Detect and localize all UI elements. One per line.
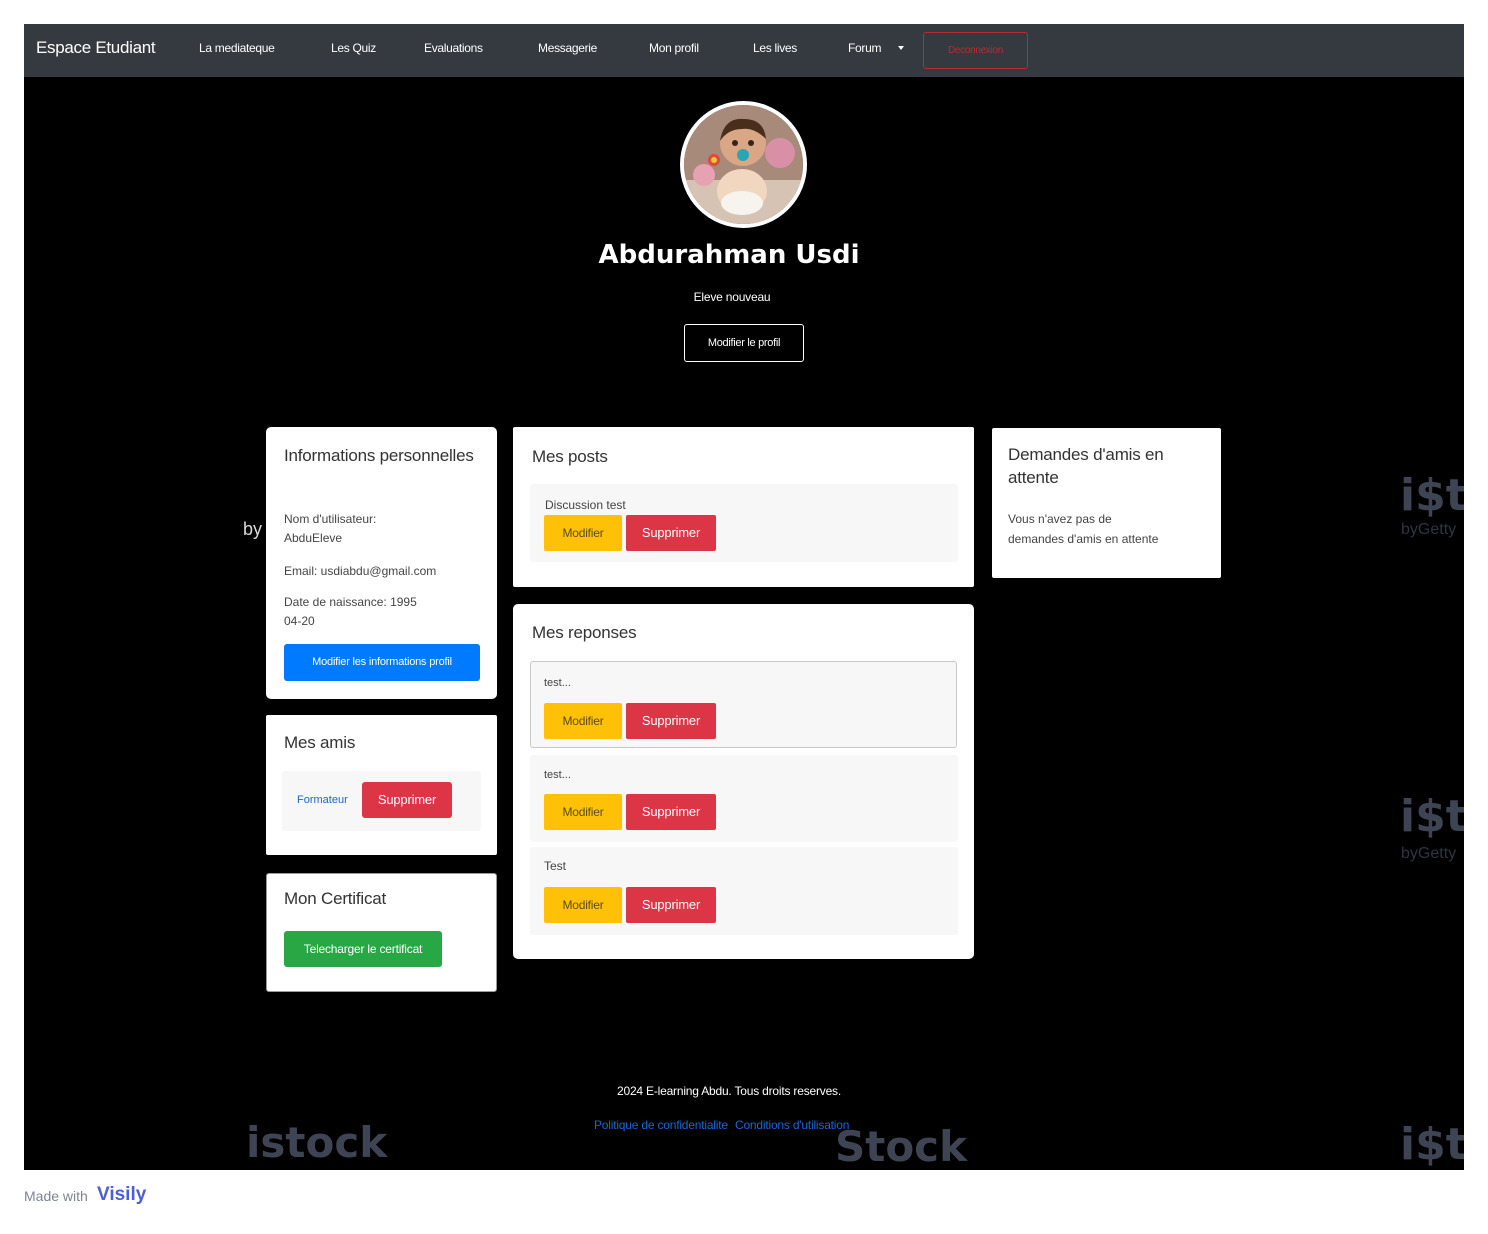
footer-copyright: 2024 E-learning Abdu. Tous droits reserv… bbox=[617, 1084, 841, 1098]
list-item: test... Modifier Supprimer bbox=[530, 755, 958, 842]
certificate-title: Mon Certificat bbox=[284, 889, 387, 908]
posts-title: Mes posts bbox=[532, 447, 608, 466]
reply-text: test... bbox=[544, 769, 571, 781]
friend-link[interactable]: Formateur bbox=[297, 791, 348, 810]
edit-info-button[interactable]: Modifier les informations profil bbox=[284, 644, 480, 681]
delete-reply-button[interactable]: Supprimer bbox=[626, 703, 716, 739]
watermark-ist: i$t bbox=[1400, 470, 1464, 521]
top-navbar: Espace Etudiant La mediateque Les Quiz E… bbox=[24, 24, 1464, 77]
download-certificate-button[interactable]: Telecharger le certificat bbox=[284, 931, 442, 967]
privacy-link[interactable]: Politique de confidentialite bbox=[594, 1118, 728, 1132]
friend-requests-card: Demandes d'amis en attente Vous n'avez p… bbox=[992, 428, 1221, 578]
avatar bbox=[680, 101, 807, 228]
nav-messagerie[interactable]: Messagerie bbox=[538, 41, 597, 55]
profile-role: Eleve nouveau bbox=[693, 290, 771, 304]
username-value: AbduEleve bbox=[284, 531, 343, 545]
list-item: Discussion test Modifier Supprimer bbox=[530, 484, 958, 562]
edit-post-button[interactable]: Modifier bbox=[544, 515, 622, 551]
watermark-bygetty: byGetty bbox=[1401, 845, 1457, 862]
avatar-image bbox=[684, 105, 803, 224]
watermark-ist: i$t bbox=[1400, 1119, 1464, 1170]
visily-logo[interactable]: Visily bbox=[97, 1184, 146, 1206]
friends-title: Mes amis bbox=[284, 733, 356, 752]
list-item: Formateur Supprimer bbox=[282, 771, 481, 831]
footer-links: Politique de confidentialite Conditions … bbox=[594, 1118, 853, 1132]
personal-info-card: Informations personnelles Nom d'utilisat… bbox=[266, 427, 497, 699]
made-with-label: Made with bbox=[24, 1188, 88, 1204]
chevron-down-icon[interactable] bbox=[898, 46, 904, 50]
page-frame: Espace Etudiant La mediateque Les Quiz E… bbox=[24, 24, 1464, 1170]
replies-title: Mes reponses bbox=[532, 623, 637, 642]
nav-lives[interactable]: Les lives bbox=[753, 41, 797, 55]
empty-requests-text: Vous n'avez pas de bbox=[1008, 512, 1112, 526]
certificate-card: Mon Certificat Telecharger le certificat bbox=[266, 873, 497, 992]
nav-evaluations[interactable]: Evaluations bbox=[424, 41, 483, 55]
watermark-stock: Stock bbox=[835, 1122, 968, 1170]
watermark-by: by bbox=[243, 519, 263, 539]
remove-friend-button[interactable]: Supprimer bbox=[362, 782, 452, 818]
delete-reply-button[interactable]: Supprimer bbox=[626, 887, 716, 923]
nav-forum-dropdown[interactable]: Forum bbox=[848, 41, 881, 55]
brand-logo[interactable]: Espace Etudiant bbox=[36, 38, 156, 58]
watermark-bygetty: byGetty bbox=[1401, 521, 1457, 538]
friends-card: Mes amis Formateur Supprimer bbox=[266, 715, 497, 855]
watermark-istock: istock bbox=[246, 1118, 388, 1167]
nav-mon-profil[interactable]: Mon profil bbox=[649, 41, 699, 55]
delete-reply-button[interactable]: Supprimer bbox=[626, 794, 716, 830]
reply-text: Test bbox=[544, 859, 567, 873]
posts-card: Mes posts Discussion test Modifier Suppr… bbox=[513, 427, 974, 587]
personal-info-title: Informations personnelles bbox=[284, 446, 474, 465]
list-item: Test Modifier Supprimer bbox=[530, 847, 958, 935]
profile-name: Abdurahman Usdi bbox=[598, 240, 860, 270]
empty-requests-text-cont: demandes d'amis en attente bbox=[1008, 532, 1159, 546]
list-item: test... Modifier Supprimer bbox=[530, 661, 957, 748]
email-value: Email: usdiabdu@gmail.com bbox=[284, 564, 437, 578]
terms-link[interactable]: Conditions d'utilisation bbox=[735, 1118, 849, 1132]
nav-mediateque[interactable]: La mediateque bbox=[199, 41, 275, 55]
edit-profile-button[interactable]: Modifier le profil bbox=[684, 324, 804, 362]
nav-quiz[interactable]: Les Quiz bbox=[331, 41, 376, 55]
post-title[interactable]: Discussion test bbox=[545, 496, 626, 515]
watermark-ist: i$t bbox=[1400, 791, 1464, 842]
delete-post-button[interactable]: Supprimer bbox=[626, 515, 716, 551]
edit-reply-button[interactable]: Modifier bbox=[544, 887, 622, 923]
birthdate-value: Date de naissance: 1995 bbox=[284, 595, 417, 609]
logout-button[interactable]: Deconnexion bbox=[923, 32, 1028, 69]
friend-requests-title: Demandes d'amis en attente bbox=[1008, 445, 1164, 487]
replies-card: Mes reponses test... Modifier Supprimer … bbox=[513, 604, 974, 959]
edit-reply-button[interactable]: Modifier bbox=[544, 794, 622, 830]
reply-text: test... bbox=[544, 677, 571, 689]
edit-reply-button[interactable]: Modifier bbox=[544, 703, 622, 739]
username-label: Nom d'utilisateur: bbox=[284, 512, 377, 526]
birthdate-value-cont: 04-20 bbox=[284, 614, 315, 628]
